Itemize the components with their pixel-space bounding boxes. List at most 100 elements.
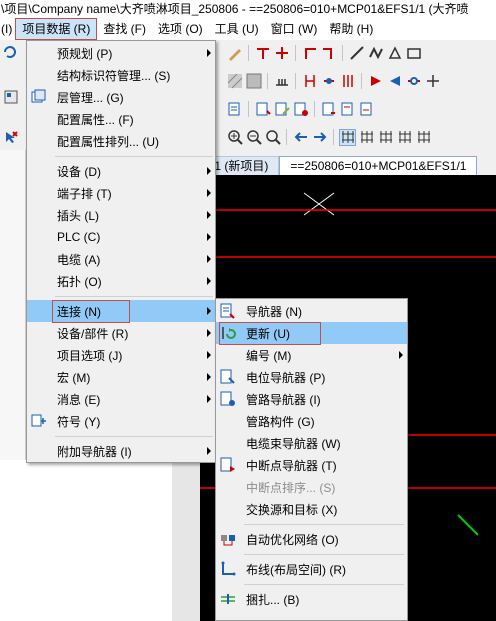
grid-d-icon[interactable] <box>396 129 413 146</box>
canvas-gutter <box>172 460 200 621</box>
hatch-icon[interactable] <box>226 73 243 90</box>
menu-item-messages[interactable]: 消息 (E) <box>27 388 215 410</box>
menu-item-configure-property-arrangement[interactable]: 配置属性排列... (U) <box>27 130 215 152</box>
grid-a-icon[interactable] <box>339 128 356 146</box>
menu-item-connections[interactable]: 连接 (N) <box>27 299 215 323</box>
zoom-full-icon[interactable] <box>264 129 281 146</box>
zoom-out-icon[interactable] <box>245 129 262 146</box>
back-arrow-icon[interactable] <box>292 129 309 146</box>
menu-item-potential-navigator[interactable]: 电位导航器 (P) <box>216 366 407 388</box>
tab-current-page[interactable]: ==250806=010+MCP01&EFS1/1 <box>279 156 478 175</box>
menu-item-swap-source-target[interactable]: 交换源和目标 (X) <box>216 498 407 520</box>
menu-item-devices-parts[interactable]: 设备/部件 (R) <box>27 322 215 344</box>
submenu-arrow-icon <box>207 233 211 241</box>
menu-item-cables[interactable]: 电缆 (A) <box>27 248 215 270</box>
menu-item-bundle[interactable]: 捆扎... (B) <box>216 588 407 610</box>
menu-item-plugs[interactable]: 插头 (L) <box>27 204 215 226</box>
device-navigator-icon[interactable] <box>292 101 309 118</box>
menu-item-sort-interruption-points[interactable]: 中断点排序... (S) <box>216 476 407 498</box>
interruption-icon[interactable] <box>367 73 384 90</box>
submenu-arrow-icon <box>207 373 211 381</box>
toolbar-separator <box>295 45 296 61</box>
submenu-arrow-icon <box>207 211 211 219</box>
menu-item-options[interactable]: 选项 (O) <box>152 19 209 39</box>
toolbar-row-2 <box>200 70 496 92</box>
left-white-area <box>0 460 200 621</box>
grid-e-icon[interactable] <box>415 129 432 146</box>
menu-item-routing-layout-space[interactable]: 布线(布局空间) (R) <box>216 558 407 580</box>
terminal-icon[interactable] <box>273 73 290 90</box>
polygon-icon[interactable] <box>386 45 403 62</box>
pencil-icon[interactable] <box>226 45 243 62</box>
polyline-icon[interactable] <box>367 45 384 62</box>
device-edit-icon[interactable] <box>273 101 290 118</box>
menu-item-plc[interactable]: PLC (C) <box>27 226 215 248</box>
layout-icon[interactable] <box>4 90 18 104</box>
toolbar-separator <box>248 101 249 117</box>
menu-item-preplanning[interactable]: 预规划 (P) <box>27 42 215 64</box>
socket-icon[interactable] <box>339 73 356 90</box>
undo-icon[interactable] <box>2 45 16 59</box>
corner-connection-2-icon[interactable] <box>320 45 337 62</box>
menu-item-auto-optimize-network[interactable]: 自动优化网络 (O) <box>216 528 407 550</box>
menu-item-navigator[interactable]: 导航器 (N) <box>216 300 407 322</box>
forward-arrow-icon[interactable] <box>311 129 328 146</box>
menu-item-find[interactable]: 查找 (F) <box>97 19 152 39</box>
line-icon[interactable] <box>348 45 365 62</box>
menu-item-numbering[interactable]: 编号 (M) <box>216 344 407 366</box>
report-icon[interactable] <box>320 101 337 118</box>
menu-item-cable-bundle-navigator[interactable]: 电缆束导航器 (W) <box>216 432 407 454</box>
menu-item-window[interactable]: 窗口 (W) <box>265 19 324 39</box>
structure-box-icon[interactable] <box>424 73 441 90</box>
menu-item-layer-management[interactable]: 层管理... (G) <box>27 86 215 108</box>
menu-separator <box>55 436 213 437</box>
submenu-arrow-icon <box>399 351 403 359</box>
menu-item-update[interactable]: 更新 (U) <box>216 321 407 345</box>
window-title: \项目\Company name\大齐喷淋项目_250806 - ==25080… <box>0 0 496 18</box>
layers-icon <box>31 89 47 105</box>
toolbar-separator <box>295 73 296 89</box>
menu-item-help[interactable]: 帮助 (H) <box>323 19 379 39</box>
insert-device-icon[interactable] <box>226 101 243 118</box>
toolbar-separator <box>267 73 268 89</box>
interruption-2-icon[interactable] <box>386 73 403 90</box>
grid-c-icon[interactable] <box>377 129 394 146</box>
menu-item-topology[interactable]: 拓扑 (O) <box>27 270 215 292</box>
menu-item-configure-properties[interactable]: 配置属性... (F) <box>27 108 215 130</box>
cross-connection-icon[interactable] <box>273 45 290 62</box>
submenu-arrow-icon <box>207 351 211 359</box>
menu-item-additional-navigators[interactable]: 附加导航器 (I) <box>27 440 215 462</box>
plug-icon[interactable] <box>320 73 337 90</box>
menu-item-project-data[interactable]: 项目数据 (R) <box>15 18 98 40</box>
menu-item-tools[interactable]: 工具 (U) <box>209 19 265 39</box>
device-list-icon[interactable] <box>254 101 271 118</box>
menu-item-macros[interactable]: 宏 (M) <box>27 366 215 388</box>
menu-item-pipe-components[interactable]: 管路构件 (G) <box>216 410 407 432</box>
menu-item-interruption-point-navigator[interactable]: 中断点导航器 (T) <box>216 454 407 476</box>
menu-separator <box>244 584 404 585</box>
report-2-icon[interactable] <box>339 101 356 118</box>
menu-item-structure-identifier[interactable]: 结构标识符管理... (S) <box>27 64 215 86</box>
report-3-icon[interactable] <box>358 101 375 118</box>
corner-connection-icon[interactable] <box>301 45 318 62</box>
canvas-green-line <box>457 514 479 536</box>
connections-submenu: 导航器 (N) 更新 (U) 编号 (M) 电位导航器 (P) 管路导航器 (I… <box>215 298 408 621</box>
menu-item-terminal-strips[interactable]: 端子排 (T) <box>27 182 215 204</box>
grid-b-icon[interactable] <box>358 129 375 146</box>
cursor-red-icon[interactable] <box>4 130 18 144</box>
menu-item-project-options[interactable]: 项目选项 (J) <box>27 344 215 366</box>
toolbar-separator <box>361 73 362 89</box>
t-connection-icon[interactable] <box>254 45 271 62</box>
bundle-icon <box>220 591 236 607</box>
pattern-icon[interactable] <box>245 73 262 90</box>
rectangle-icon[interactable] <box>405 45 422 62</box>
zoom-in-icon[interactable] <box>226 129 243 146</box>
menu-item-symbols[interactable]: 符号 (Y) <box>27 410 215 432</box>
menu-item-devices[interactable]: 设备 (D) <box>27 160 215 182</box>
terminal-strip-icon[interactable] <box>301 73 318 90</box>
submenu-arrow-icon <box>207 49 211 57</box>
black-box-icon[interactable] <box>405 73 422 90</box>
interruption-navigator-icon <box>220 457 236 473</box>
menu-item-pipe-navigator[interactable]: 管路导航器 (I) <box>216 388 407 410</box>
menu-item-edit-partial[interactable]: (I) <box>0 19 15 39</box>
